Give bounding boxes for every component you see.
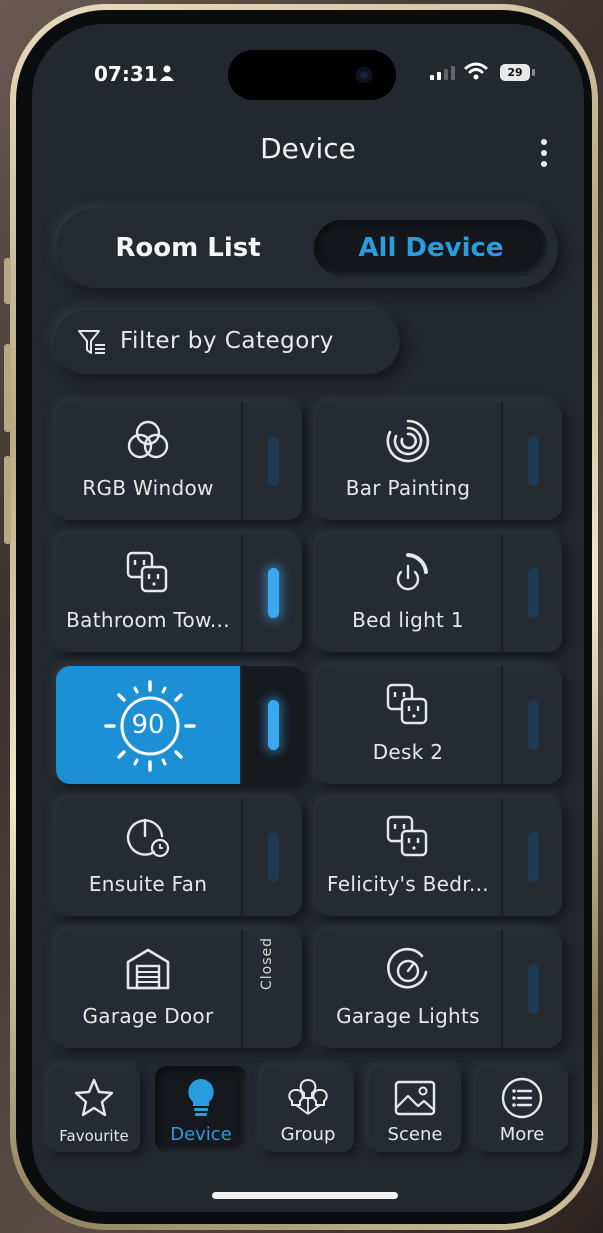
device-toggle[interactable] bbox=[501, 930, 564, 1048]
device-toggle[interactable] bbox=[241, 402, 304, 520]
device-toggle[interactable] bbox=[501, 534, 564, 652]
door-state-label: Closed bbox=[259, 936, 275, 990]
star-icon bbox=[74, 1078, 114, 1117]
cell-signal-icon bbox=[430, 66, 455, 80]
device-card-main[interactable]: Bed light 1 bbox=[316, 534, 500, 652]
toggle-indicator bbox=[528, 964, 539, 1014]
bottom-nav: Favourite Device Group Scene More bbox=[48, 1066, 568, 1156]
rgb-circles-icon bbox=[127, 420, 169, 459]
device-name: Felicity's Bedr... bbox=[327, 872, 489, 896]
more-options-icon[interactable] bbox=[534, 136, 554, 170]
timer-icon bbox=[126, 818, 170, 858]
tab-room-list[interactable]: Room List bbox=[70, 220, 306, 276]
device-value: 90 bbox=[131, 710, 165, 740]
nav-label: More bbox=[499, 1124, 545, 1145]
device-toggle[interactable] bbox=[241, 666, 304, 784]
volume-up-button bbox=[4, 344, 11, 432]
device-name: Garage Lights bbox=[336, 1004, 480, 1028]
device-card-main[interactable]: RGB Window bbox=[56, 402, 240, 520]
device-card: Desk 2 bbox=[316, 666, 562, 784]
device-card: RGB Window bbox=[56, 402, 302, 520]
device-name: Bathroom Tow... bbox=[66, 608, 230, 632]
device-name: Bed light 1 bbox=[352, 608, 464, 632]
toggle-indicator bbox=[268, 700, 279, 750]
device-card-selected: 90 bbox=[56, 666, 304, 784]
status-bar: 07:31 29 bbox=[32, 24, 584, 114]
device-card-main[interactable]: Garage Lights bbox=[316, 930, 500, 1048]
filter-icon bbox=[78, 330, 105, 354]
device-card-main[interactable]: Ensuite Fan bbox=[56, 798, 240, 916]
device-name: RGB Window bbox=[82, 476, 214, 500]
device-toggle[interactable] bbox=[501, 798, 564, 916]
status-time: 07:31 bbox=[94, 62, 158, 86]
nav-group[interactable]: Group bbox=[262, 1066, 354, 1152]
dial-icon bbox=[387, 947, 428, 989]
home-indicator[interactable] bbox=[212, 1192, 398, 1199]
device-toggle[interactable] bbox=[501, 402, 564, 520]
device-name: Bar Painting bbox=[345, 476, 471, 500]
device-card: Ensuite Fan bbox=[56, 798, 302, 916]
view-toggle: Room List All Device bbox=[56, 208, 558, 288]
battery-tip bbox=[532, 69, 535, 76]
volume-down-button bbox=[4, 456, 11, 544]
camera-icon bbox=[356, 67, 372, 83]
nav-label: Scene bbox=[387, 1124, 443, 1145]
garage-icon bbox=[126, 948, 170, 990]
person-icon bbox=[160, 65, 174, 81]
app-screen: 07:31 29 Device Room List All Device Fil… bbox=[32, 24, 584, 1212]
device-toggle[interactable] bbox=[501, 666, 564, 784]
device-toggle[interactable] bbox=[241, 534, 304, 652]
device-card: Bed light 1 bbox=[316, 534, 562, 652]
device-state[interactable]: Closed bbox=[241, 930, 304, 1048]
device-card: Felicity's Bedr... bbox=[316, 798, 562, 916]
device-toggle[interactable] bbox=[241, 798, 304, 916]
wifi-icon bbox=[464, 62, 488, 80]
toggle-indicator bbox=[528, 832, 539, 882]
device-card: Garage Lights bbox=[316, 930, 562, 1048]
nav-label: Favourite bbox=[59, 1127, 129, 1145]
toggle-indicator bbox=[528, 436, 539, 486]
device-card-main[interactable]: Garage Door bbox=[56, 930, 240, 1048]
toggle-indicator bbox=[268, 436, 279, 486]
filter-by-category-button[interactable]: Filter by Category bbox=[54, 310, 400, 374]
outlet-icon bbox=[386, 815, 428, 857]
toggle-indicator bbox=[528, 568, 539, 618]
nav-scene[interactable]: Scene bbox=[369, 1066, 461, 1152]
toggle-indicator bbox=[268, 832, 279, 882]
device-name: Ensuite Fan bbox=[88, 872, 208, 896]
mute-switch bbox=[4, 258, 11, 304]
dynamic-island bbox=[228, 50, 396, 100]
device-card: Garage Door Closed bbox=[56, 930, 302, 1048]
device-card-main[interactable]: 90 bbox=[56, 666, 240, 784]
group-bulbs-icon bbox=[288, 1079, 328, 1115]
outlet-icon bbox=[126, 551, 168, 593]
device-card-main[interactable]: Bathroom Tow... bbox=[56, 534, 240, 652]
nav-label: Device bbox=[170, 1124, 232, 1145]
device-card-main[interactable]: Bar Painting bbox=[316, 402, 500, 520]
device-card-main[interactable]: Felicity's Bedr... bbox=[316, 798, 500, 916]
device-card-main[interactable]: Desk 2 bbox=[316, 666, 500, 784]
spiral-icon bbox=[386, 419, 430, 463]
page-title: Device bbox=[260, 132, 356, 165]
outlet-icon bbox=[386, 683, 428, 725]
device-card: Bar Painting bbox=[316, 402, 562, 520]
list-circle-icon bbox=[501, 1077, 543, 1119]
device-name: Garage Door bbox=[82, 1004, 214, 1028]
power-dimmer-icon bbox=[396, 553, 428, 591]
nav-more[interactable]: More bbox=[476, 1066, 568, 1152]
device-name: Desk 2 bbox=[372, 740, 444, 764]
tab-all-device[interactable]: All Device bbox=[314, 220, 548, 276]
bulb-icon bbox=[188, 1079, 214, 1116]
nav-device[interactable]: Device bbox=[155, 1066, 247, 1152]
image-icon bbox=[394, 1080, 436, 1116]
nav-favourite[interactable]: Favourite bbox=[48, 1066, 140, 1152]
toggle-indicator bbox=[268, 568, 279, 618]
filter-label: Filter by Category bbox=[120, 328, 334, 354]
device-card: Bathroom Tow... bbox=[56, 534, 302, 652]
nav-label: Group bbox=[280, 1124, 336, 1145]
toggle-indicator bbox=[528, 700, 539, 750]
battery-indicator: 29 bbox=[500, 64, 530, 81]
